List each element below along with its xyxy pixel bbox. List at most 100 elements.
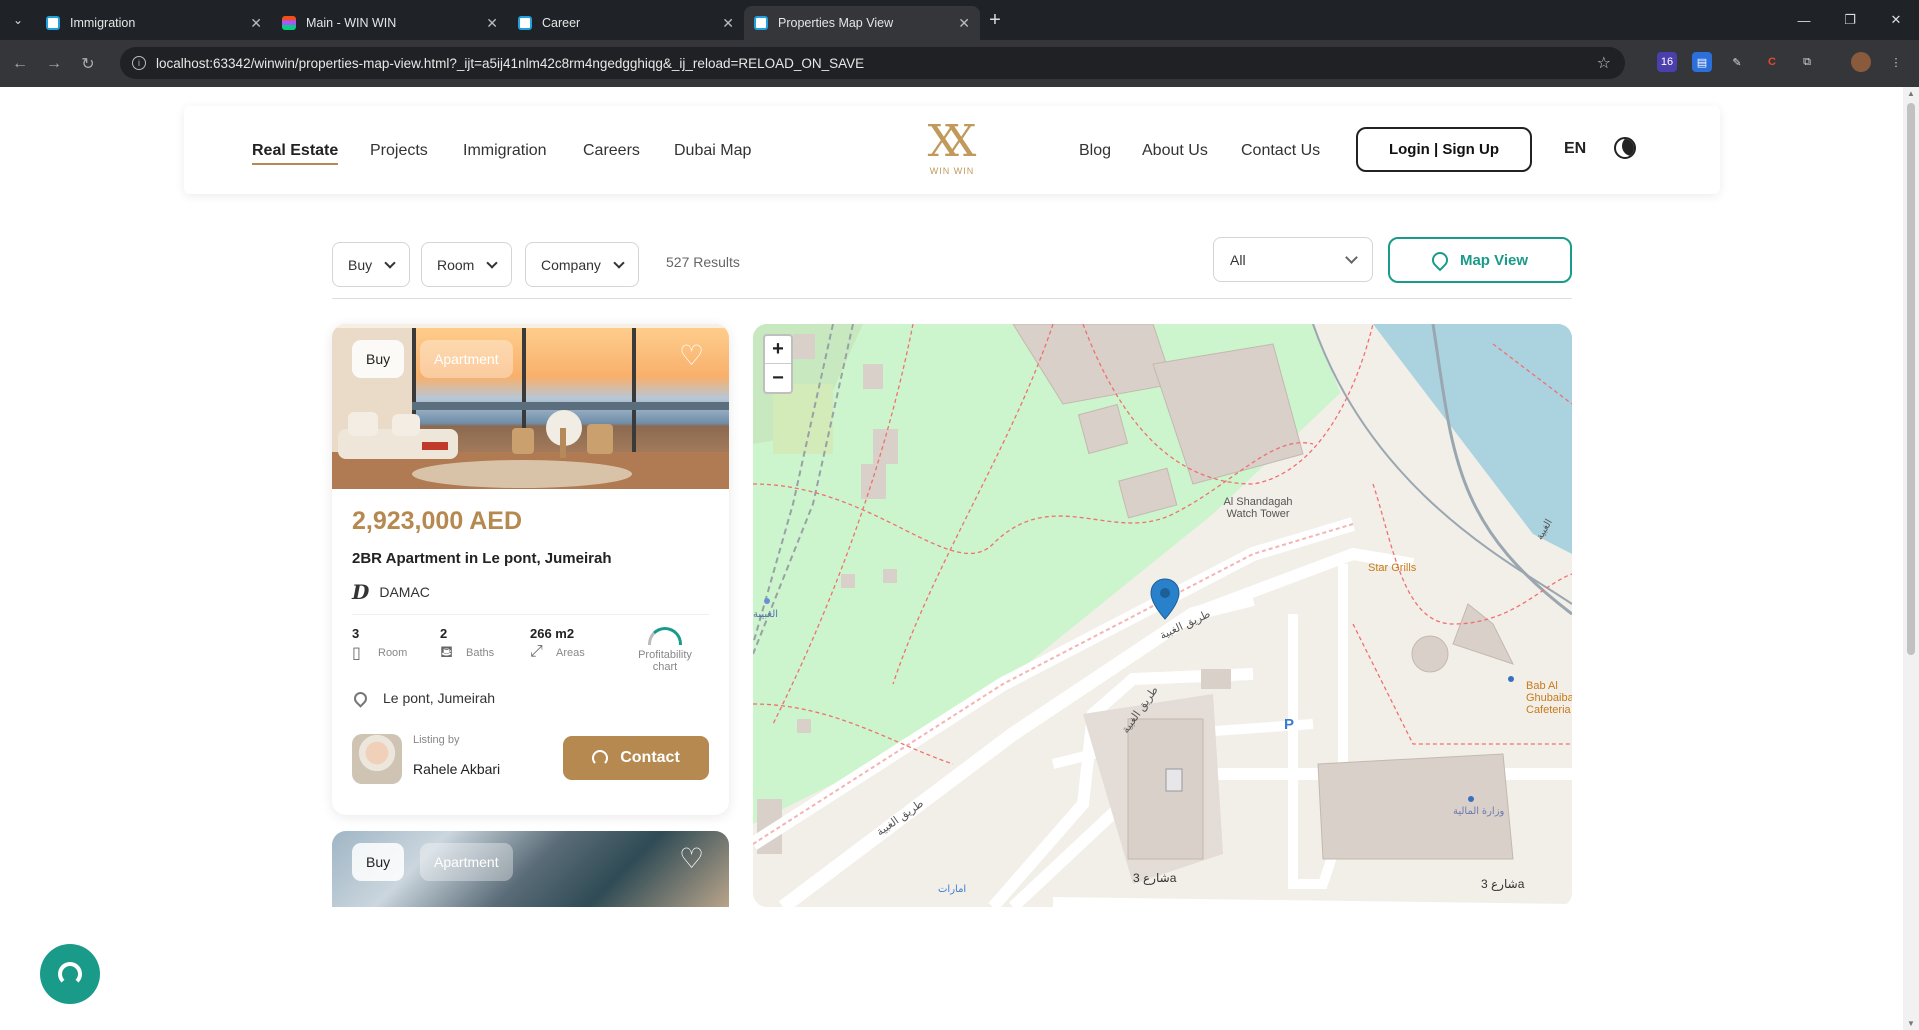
profitability-label: Profitability chart [638,649,692,673]
contact-button[interactable]: Contact [563,736,709,780]
spec-value: 266 m2 [530,626,575,641]
tab-title: Career [542,16,581,30]
address-bar: ← → ↻ i localhost:63342/winwin/propertie… [0,40,1919,87]
tag-apartment: Apartment [420,340,513,378]
buy-filter-dropdown[interactable]: Buy [332,242,411,287]
browser-tab[interactable]: Career ✕ [508,6,744,40]
room-filter-dropdown[interactable]: Room [421,242,513,287]
favorite-heart-icon[interactable]: ♡ [679,845,709,873]
agent-name: Rahele Akbari [413,761,501,777]
nav-immigration[interactable]: Immigration [463,142,547,160]
spec-value: 2 [440,626,448,641]
minimize-icon[interactable]: — [1781,0,1827,40]
spec-baths: 2 ⛾ Baths [440,626,494,663]
login-signup-button[interactable]: Login | Sign Up [1356,127,1532,172]
dark-mode-toggle-icon[interactable] [1614,137,1636,159]
location-pin-icon [1428,248,1452,272]
webstorm-icon [46,16,60,30]
close-icon[interactable]: ✕ [486,15,498,32]
tag-apartment: Apartment [420,843,513,881]
spec-label: Areas [556,647,585,659]
spec-label: Baths [466,647,495,659]
browser-tab-active[interactable]: Properties Map View ✕ [744,6,980,40]
logo-text: WIN WIN [929,166,975,176]
developer: D DAMAC [352,580,430,604]
zoom-in-button[interactable]: + [765,336,791,364]
nav-contact-us[interactable]: Contact Us [1241,142,1320,160]
tab-search-icon[interactable]: ⌄ [0,0,36,40]
pen-extension-icon[interactable]: ✎ [1727,52,1747,72]
nav-dubai-map[interactable]: Dubai Map [674,142,751,160]
scroll-up-icon[interactable]: ▲ [1907,89,1915,98]
property-card[interactable]: Buy Apartment ♡ 2,923,000 AED 2BR Apartm… [332,324,729,815]
nav-real-estate[interactable]: Real Estate [252,142,339,165]
reload-icon[interactable]: ↻ [74,54,102,74]
site-info-icon[interactable]: i [132,56,146,70]
bathtub-icon: ⛾ [440,644,454,661]
profitability-chart-link[interactable]: Profitability chart [627,627,703,673]
forward-icon[interactable]: → [40,55,68,73]
extension-icon[interactable]: 16 [1657,52,1677,72]
map-label-cafeteria: Bab Al Ghubaiba Cafeteria [1526,680,1572,716]
close-icon[interactable]: ✕ [958,15,970,32]
c-extension-icon[interactable]: C [1762,52,1782,72]
profile-avatar[interactable] [1851,52,1871,72]
location-pin-icon [351,688,370,708]
map-label-fuel: امارات [938,884,967,895]
back-icon[interactable]: ← [6,55,34,73]
close-window-icon[interactable]: ✕ [1873,0,1919,40]
map-zoom-control: + − [763,334,793,394]
site-header: Real Estate Projects Immigration Careers… [184,106,1720,194]
language-selector[interactable]: EN [1564,140,1586,158]
zoom-out-button[interactable]: − [765,364,791,392]
close-icon[interactable]: ✕ [722,15,734,32]
kebab-menu-icon[interactable]: ⋮ [1886,52,1906,72]
filter-label: Room [437,256,475,273]
logo-mark-icon: XX [927,116,977,167]
headset-icon [592,750,609,766]
tag-buy: Buy [352,843,405,881]
favorite-heart-icon[interactable]: ♡ [679,342,709,370]
puzzle-icon[interactable]: ⧉ [1797,52,1817,72]
properties-map[interactable]: + − Al Shandagah Watch Tower Star Grills… [753,324,1572,907]
figma-icon [282,16,296,30]
agent-avatar [352,734,402,784]
tab-title: Properties Map View [778,16,894,30]
page: Real Estate Projects Immigration Careers… [0,87,1903,1030]
nav-blog[interactable]: Blog [1079,142,1111,160]
property-title[interactable]: 2BR Apartment in Le pont, Jumeirah [352,550,611,567]
logo[interactable]: XX WIN WIN [924,118,980,182]
page-scrollbar[interactable]: ▲ ▼ [1903,87,1919,1030]
extension-icon[interactable]: ▤ [1692,52,1712,72]
browser-tab[interactable]: Main - WIN WIN ✕ [272,6,508,40]
tab-title: Main - WIN WIN [306,16,397,30]
bookmark-star-icon[interactable]: ☆ [1597,53,1611,73]
map-label-watch-tower: Al Shandagah Watch Tower [1223,496,1293,520]
scroll-down-icon[interactable]: ▼ [1907,1019,1915,1028]
spec-rooms: 3 ▯ Room [352,626,407,663]
filter-label: Buy [348,256,373,273]
url-input[interactable]: i localhost:63342/winwin/properties-map-… [120,47,1625,79]
divider [332,298,1572,299]
company-filter-dropdown[interactable]: Company [525,242,639,287]
webstorm-icon [518,16,532,30]
scrollbar-thumb[interactable] [1907,103,1915,655]
map-view-button[interactable]: Map View [1388,237,1572,283]
extension-badge: 16 [1660,56,1674,68]
close-icon[interactable]: ✕ [250,15,262,32]
nav-careers[interactable]: Careers [583,142,640,160]
nav-projects[interactable]: Projects [370,142,428,160]
damac-logo-icon: D [352,580,370,604]
expand-icon: ⤢ [530,643,543,660]
spec-value: 3 [352,626,360,641]
map-marker-icon[interactable] [1150,578,1180,620]
new-tab-icon[interactable]: + [980,9,1010,32]
restore-icon[interactable]: ❐ [1827,0,1873,40]
support-chat-button[interactable] [40,944,100,1004]
property-price: 2,923,000 AED [352,507,523,535]
nav-about-us[interactable]: About Us [1142,142,1208,160]
property-card[interactable]: Buy Apartment ♡ [332,831,729,907]
type-select[interactable]: All [1213,237,1373,282]
browser-tab[interactable]: Immigration ✕ [36,6,272,40]
map-label-star-grills: Star Grills [1368,562,1417,574]
